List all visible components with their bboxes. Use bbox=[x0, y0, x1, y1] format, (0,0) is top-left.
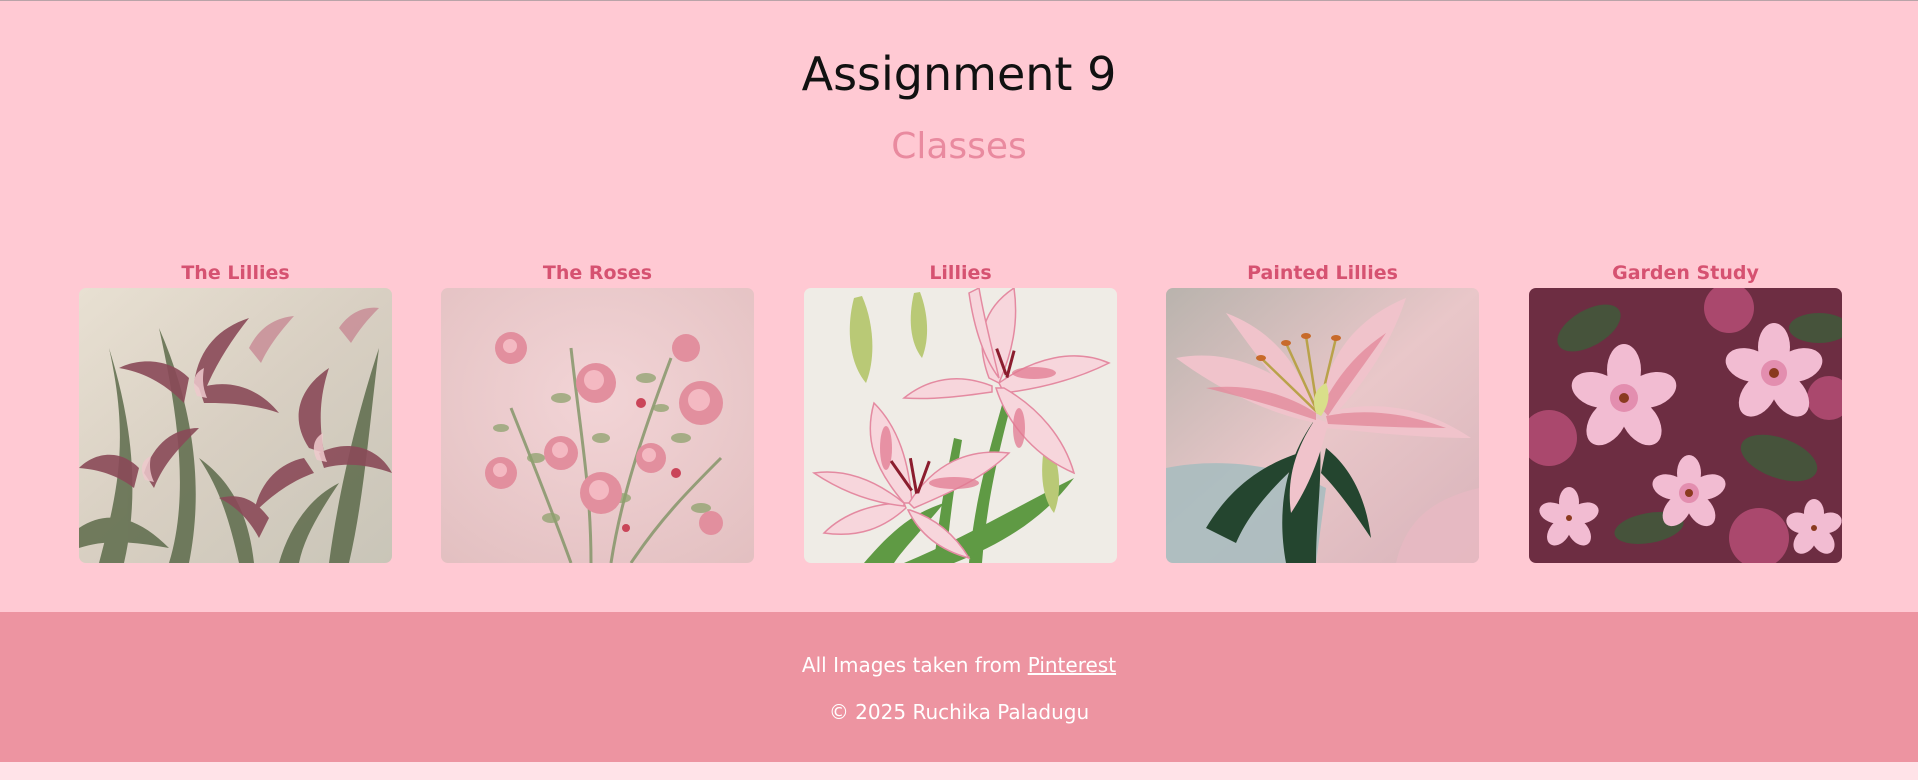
gallery-card-the-lillies: The Lillies bbox=[79, 259, 392, 565]
image-credit-text: All Images taken from bbox=[801, 653, 1028, 677]
card-caption: Garden Study bbox=[1612, 262, 1759, 284]
gallery-card-painted-lillies: Painted Lillies bbox=[1166, 259, 1479, 565]
gallery-card-garden-study: Garden Study bbox=[1529, 259, 1842, 565]
card-caption: Painted Lillies bbox=[1247, 262, 1398, 284]
copyright-text: © 2025 Ruchika Paladugu bbox=[828, 700, 1090, 724]
stargazer-lilies-image bbox=[804, 288, 1117, 563]
image-credit: All Images taken from Pinterest bbox=[0, 652, 1918, 678]
lilies-painting-image bbox=[79, 288, 392, 563]
pink-blossoms-image bbox=[1529, 288, 1842, 563]
card-caption: The Roses bbox=[542, 262, 653, 284]
gallery-card-lillies: Lillies bbox=[804, 259, 1117, 565]
card-caption: Lillies bbox=[929, 262, 992, 284]
roses-painting-image bbox=[441, 288, 754, 563]
page-subtitle: Classes bbox=[891, 126, 1027, 167]
pinterest-link[interactable]: Pinterest bbox=[1028, 653, 1116, 677]
painted-lily-image bbox=[1166, 288, 1479, 563]
page-title: Assignment 9 bbox=[801, 47, 1117, 101]
gallery-card-the-roses: The Roses bbox=[441, 259, 754, 565]
footer: All Images taken from Pinterest © 2025 R… bbox=[0, 612, 1918, 762]
page-body: Assignment 9 Classes The Lillies The Ros… bbox=[0, 1, 1918, 612]
card-caption: The Lillies bbox=[181, 262, 290, 284]
